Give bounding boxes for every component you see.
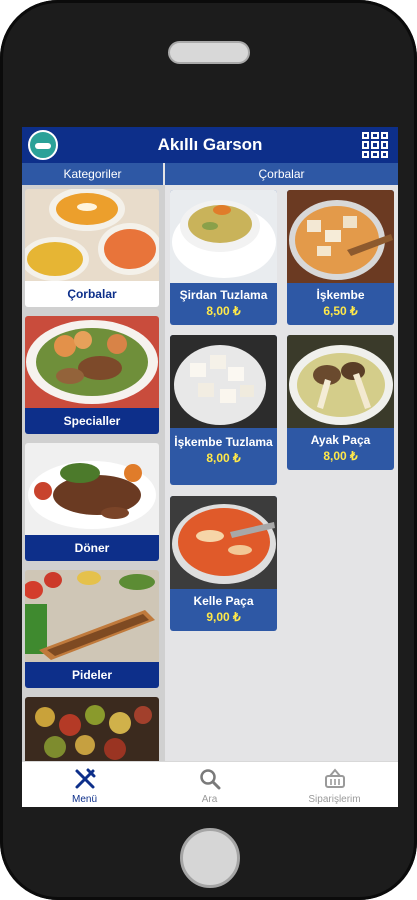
nav-orders[interactable]: Siparişlerim — [272, 762, 397, 807]
current-category-header: Çorbalar — [165, 163, 398, 185]
phone-frame: Akıllı Garson Kategoriler Çorbalar Çorba… — [0, 0, 417, 900]
specialler-image — [25, 316, 159, 408]
product-card[interactable]: İşkembe 6,50 ₺ — [287, 190, 394, 325]
nav-search[interactable]: Ara — [147, 762, 272, 807]
product-name: Ayak Paça — [310, 433, 371, 447]
product-card[interactable]: Kelle Paça 9,00 ₺ — [170, 496, 277, 631]
category-corbalar[interactable]: Çorbalar — [25, 189, 159, 307]
product-name: İşkembe — [316, 288, 365, 302]
search-icon — [199, 769, 220, 790]
product-grid: Şirdan Tuzlama 8,00 ₺ İşkembe 6,50 ₺ İşk… — [165, 185, 398, 761]
phone-home-button[interactable] — [180, 828, 240, 888]
category-pideler[interactable]: Pideler — [25, 570, 159, 688]
product-price: 8,00 ₺ — [323, 449, 358, 463]
nav-menu-label: Menü — [71, 794, 97, 805]
app-screen: Akıllı Garson Kategoriler Çorbalar Çorba… — [22, 127, 398, 807]
product-card[interactable]: İşkembe Tuzlama 8,00 ₺ — [170, 335, 277, 485]
app-bar: Akıllı Garson — [22, 127, 398, 163]
app-title: Akıllı Garson — [157, 135, 263, 154]
product-price: 8,00 ₺ — [206, 304, 241, 318]
categories-header: Kategoriler — [22, 163, 163, 185]
product-info: İşkembe 6,50 ₺ — [287, 283, 394, 325]
product-price: 8,00 ₺ — [206, 451, 241, 465]
pideler-image — [25, 570, 159, 662]
fork-knife-icon — [75, 768, 95, 789]
product-card[interactable]: Şirdan Tuzlama 8,00 ₺ — [170, 190, 277, 325]
corbalar-image — [25, 189, 159, 281]
category-sidebar: Çorbalar Specialler Döner Pideler — [22, 185, 165, 761]
product-card[interactable]: Ayak Paça 8,00 ₺ — [287, 335, 394, 470]
kelle-paca-image — [170, 496, 277, 589]
basket-icon — [324, 768, 345, 788]
iskembe-tuzlama-image — [170, 335, 277, 428]
nav-orders-label: Siparişlerim — [308, 794, 361, 805]
doner-image — [25, 443, 159, 535]
category-label: Döner — [25, 535, 159, 561]
product-info: Ayak Paça 8,00 ₺ — [287, 428, 394, 470]
ayak-paca-image — [287, 335, 394, 428]
next-category-image — [25, 697, 159, 761]
category-next[interactable] — [25, 697, 159, 761]
product-price: 6,50 ₺ — [323, 304, 358, 318]
category-label: Çorbalar — [25, 281, 159, 307]
grid-icon[interactable] — [362, 132, 388, 158]
product-price: 9,00 ₺ — [206, 610, 241, 624]
bottom-navigation: Menü Ara Siparişlerim — [22, 761, 398, 807]
category-label: Specialler — [25, 408, 159, 434]
product-name: Kelle Paça — [193, 594, 254, 608]
nav-menu[interactable]: Menü — [22, 762, 147, 807]
phone-speaker — [168, 41, 250, 64]
nav-search-label: Ara — [201, 794, 218, 805]
product-info: İşkembe Tuzlama 8,00 ₺ — [170, 428, 277, 485]
product-info: Kelle Paça 9,00 ₺ — [170, 589, 277, 631]
product-name: İşkembe Tuzlama — [174, 435, 273, 449]
product-info: Şirdan Tuzlama 8,00 ₺ — [170, 283, 277, 325]
product-name: Şirdan Tuzlama — [179, 288, 268, 302]
category-specialler[interactable]: Specialler — [25, 316, 159, 434]
sirdan-tuzlama-image — [170, 190, 277, 283]
category-doner[interactable]: Döner — [25, 443, 159, 561]
column-headers: Kategoriler Çorbalar — [22, 163, 398, 185]
iskembe-image — [287, 190, 394, 283]
category-label: Pideler — [25, 662, 159, 688]
